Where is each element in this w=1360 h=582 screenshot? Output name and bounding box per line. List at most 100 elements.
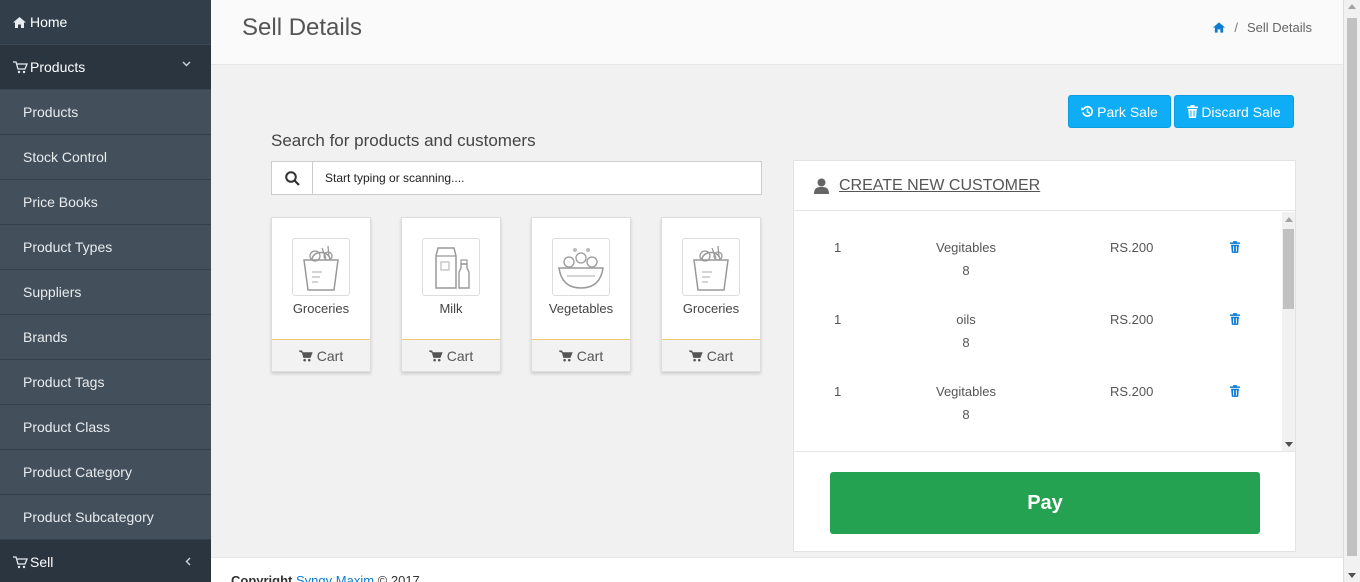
cart-item-row: 1 Vegitables 8 RS.200 [794,356,1282,422]
cart-panel: CREATE NEW CUSTOMER 1 Vegitables 8 RS.20… [793,160,1296,552]
sidebar-item-label: Products [23,104,79,120]
item-name: oils [956,312,976,327]
add-to-cart-button[interactable]: Cart [272,339,370,371]
sidebar-item-product-tags[interactable]: Product Tags [0,360,211,405]
trash-icon[interactable] [1230,241,1240,253]
cart-item-row: 1 Vegitables 8 RS.200 [794,212,1282,278]
sidebar-item-label: Home [30,14,68,30]
sidebar-item-label: Product Subcategory [23,509,154,525]
sidebar-item-price-books[interactable]: Price Books [0,180,211,225]
item-sub-qty: 8 [962,263,970,278]
user-icon [814,178,829,194]
search-box [271,161,762,195]
pay-button[interactable]: Pay [830,472,1260,534]
sidebar-item-sell[interactable]: Sell [0,540,211,582]
cart-icon [558,349,573,361]
company-link[interactable]: Syngy Maxim [296,573,374,582]
search-icon [284,170,300,186]
search-button[interactable] [272,162,313,194]
product-image [292,238,350,296]
scroll-up-arrow-icon[interactable] [1285,217,1293,222]
customer-header: CREATE NEW CUSTOMER [794,161,1295,211]
cart-label: Cart [576,347,604,364]
product-card-milk[interactable]: Milk Cart [401,217,501,372]
cart-icon [688,349,703,361]
item-price: RS.200 [1110,312,1154,327]
park-sale-label: Park Sale [1097,103,1158,120]
sidebar-item-label: Product Class [23,419,111,435]
cart-label: Cart [706,347,734,364]
sidebar: Home Products Products Stock Control Pri… [0,0,211,582]
milk-icon [435,247,470,289]
add-to-cart-button[interactable]: Cart [662,339,760,371]
sidebar-item-stock-control[interactable]: Stock Control [0,135,211,180]
cart-items-list[interactable]: 1 Vegitables 8 RS.200 1 oils 8 RS.200 1 … [794,212,1295,452]
scrollbar-thumb[interactable] [1283,229,1294,309]
page-title: Sell Details [242,14,363,41]
page-header: Sell Details / Sell Details [211,0,1343,65]
sidebar-item-products-group[interactable]: Products [0,45,211,90]
item-qty: 1 [834,384,842,399]
cart-label: Cart [446,347,474,364]
item-name: Vegitables [936,240,996,255]
product-name: Groceries [292,301,350,316]
copyright-label: Copyright [231,573,293,582]
item-price: RS.200 [1110,384,1154,399]
salad-bowl-icon [558,248,604,289]
discard-sale-label: Discard Sale [1201,103,1281,120]
cart-icon [428,349,443,361]
main-content: Park Sale Discard Sale Search for produc… [211,65,1343,557]
item-sub-qty: 8 [962,407,970,422]
sidebar-item-product-subcategory[interactable]: Product Subcategory [0,495,211,540]
cart-list-scrollbar[interactable] [1282,212,1295,451]
sidebar-item-product-types[interactable]: Product Types [0,225,211,270]
chevron-down-icon [182,61,191,67]
sidebar-item-product-category[interactable]: Product Category [0,450,211,495]
cart-icon [298,349,313,361]
sidebar-item-suppliers[interactable]: Suppliers [0,270,211,315]
footer: Copyright Syngy Maxim © 2017 [211,557,1343,582]
sidebar-item-label: Product Tags [23,374,105,390]
product-card-vegetables[interactable]: Vegetables Cart [531,217,631,372]
home-icon[interactable] [1213,22,1226,33]
park-sale-button[interactable]: Park Sale [1068,95,1171,128]
copyright-text: Copyright Syngy Maxim © 2017 [231,573,420,582]
page-scrollbar[interactable] [1343,0,1360,582]
sidebar-item-label: Price Books [23,194,98,210]
scroll-down-arrow-icon[interactable] [1348,573,1356,578]
trash-icon [1187,105,1199,118]
sidebar-item-label: Product Types [23,239,113,255]
product-image [682,238,740,296]
discard-sale-button[interactable]: Discard Sale [1174,95,1294,128]
product-card-groceries-2[interactable]: Groceries Cart [661,217,761,372]
search-title: Search for products and customers [271,131,536,150]
sidebar-item-label: Products [30,59,86,75]
cart-label: Cart [316,347,344,364]
cart-item-row: 1 oils 8 RS.200 [794,284,1282,350]
create-customer-link[interactable]: CREATE NEW CUSTOMER [839,177,1040,195]
grocery-bag-icon [693,245,729,291]
sidebar-item-products[interactable]: Products [0,90,211,135]
copyright-year: © 2017 [377,573,420,582]
sidebar-item-product-class[interactable]: Product Class [0,405,211,450]
chevron-left-icon [185,557,191,566]
add-to-cart-button[interactable]: Cart [402,339,500,371]
scroll-up-arrow-icon[interactable] [1348,4,1356,9]
home-icon [13,16,26,28]
scroll-down-arrow-icon[interactable] [1285,442,1293,447]
sidebar-item-home[interactable]: Home [0,0,211,45]
sidebar-item-label: Brands [23,329,68,345]
cart-icon [13,555,28,568]
scrollbar-thumb[interactable] [1347,18,1357,556]
search-input[interactable] [313,162,761,194]
trash-icon[interactable] [1230,385,1240,397]
product-card-groceries[interactable]: Groceries Cart [271,217,371,372]
sidebar-item-label: Product Category [23,464,132,480]
product-name: Vegetables [548,301,614,316]
cart-icon [13,60,28,73]
trash-icon[interactable] [1230,313,1240,325]
product-name: Groceries [682,301,740,316]
sidebar-item-brands[interactable]: Brands [0,315,211,360]
add-to-cart-button[interactable]: Cart [532,339,630,371]
item-qty: 1 [834,240,842,255]
